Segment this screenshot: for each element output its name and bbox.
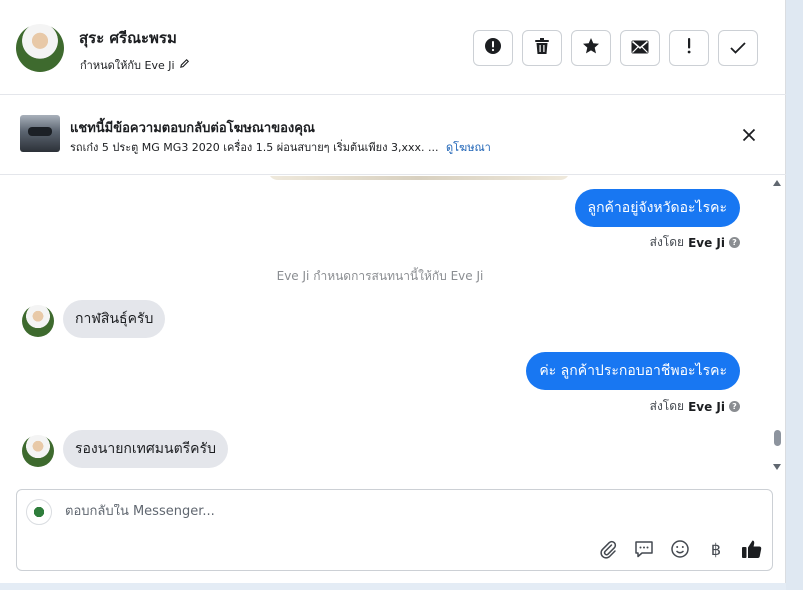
contact-name[interactable]: สุระ ศรีณะพรม [79, 26, 177, 50]
exclamation-icon [686, 38, 692, 58]
incoming-message[interactable]: รองนายกเทศมนตรีครับ [63, 430, 228, 468]
page-avatar [26, 499, 52, 525]
assignment-line[interactable]: กำหนดให้กับ Eve Ji [80, 56, 190, 74]
assignment-notice: Eve Ji กำหนดการสนทนานี้ให้กับ Eve Ji [276, 269, 484, 283]
contact-avatar-small[interactable] [22, 435, 54, 467]
assigned-label: กำหนดให้กับ Eve Ji [80, 59, 175, 72]
outer-background [786, 0, 803, 590]
sent-by-prefix: ส่งโดย [649, 235, 685, 249]
sent-by-label: ส่งโดย Eve Ji ? [650, 397, 740, 416]
sent-by-name: Eve Ji [688, 235, 725, 250]
delete-button[interactable] [522, 30, 562, 66]
outgoing-message[interactable]: ลูกค้าอยู่จังหวัดอะไรคะ [574, 189, 740, 227]
ad-thumbnail[interactable] [20, 115, 60, 152]
sent-by-name: Eve Ji [688, 399, 725, 414]
conversation-header: สุระ ศรีณะพรม กำหนดให้กับ Eve Ji [0, 0, 786, 95]
ad-banner-title: แชทนี้มีข้อความตอบกลับต่อโฆษณาของคุณ [70, 121, 315, 136]
reply-input[interactable] [65, 504, 585, 519]
close-icon [742, 127, 756, 146]
alert-circle-icon [484, 37, 502, 59]
header-actions [473, 30, 758, 66]
spam-button[interactable] [473, 30, 513, 66]
saved-reply-icon[interactable] [632, 537, 656, 561]
composer-tools: ฿ [596, 537, 764, 561]
close-banner-button[interactable] [738, 125, 760, 147]
outgoing-message[interactable]: ค่ะ ลูกค้าประกอบอาชีพอะไรคะ [526, 352, 740, 390]
mark-unread-button[interactable] [620, 30, 660, 66]
follow-up-button[interactable] [669, 30, 709, 66]
message-thread: ลูกค้าอยู่จังหวัดอะไรคะ ส่งโดย Eve Ji ? … [0, 176, 786, 478]
ad-description-text: รถเก๋ง 5 ประตู MG MG3 2020 เครื่อง 1.5 ผ… [70, 141, 439, 154]
paperclip-icon[interactable] [596, 537, 620, 561]
scroll-up-arrow[interactable] [773, 180, 781, 186]
mail-icon [631, 39, 649, 58]
view-ad-link[interactable]: ดูโฆษณา [446, 141, 491, 154]
incoming-message[interactable]: กาฬสินธุ์ครับ [63, 300, 166, 338]
help-icon[interactable]: ? [729, 401, 740, 412]
star-button[interactable] [571, 30, 611, 66]
baht-icon[interactable]: ฿ [704, 537, 728, 561]
emoji-icon[interactable] [668, 537, 692, 561]
pencil-icon[interactable] [179, 58, 190, 72]
help-icon[interactable]: ? [729, 237, 740, 248]
reply-composer: ฿ [16, 489, 773, 571]
inbox-conversation-panel: สุระ ศรีณะพรม กำหนดให้กับ Eve Ji แชทนี้ม… [0, 0, 786, 583]
image-attachment[interactable] [268, 176, 570, 180]
sent-by-prefix: ส่งโดย [649, 399, 685, 413]
scrollbar-thumb[interactable] [774, 430, 781, 446]
ad-reply-banner: แชทนี้มีข้อความตอบกลับต่อโฆษณาของคุณ รถเ… [0, 96, 786, 175]
star-icon [582, 37, 600, 59]
scroll-down-arrow[interactable] [773, 464, 781, 470]
check-icon [730, 39, 746, 58]
sent-by-label: ส่งโดย Eve Ji ? [650, 233, 740, 252]
contact-avatar-small[interactable] [22, 305, 54, 337]
ad-banner-description: รถเก๋ง 5 ประตู MG MG3 2020 เครื่อง 1.5 ผ… [70, 138, 491, 156]
trash-icon [534, 37, 550, 59]
mark-done-button[interactable] [718, 30, 758, 66]
contact-avatar[interactable] [16, 24, 64, 72]
thumbs-up-icon[interactable] [740, 537, 764, 561]
